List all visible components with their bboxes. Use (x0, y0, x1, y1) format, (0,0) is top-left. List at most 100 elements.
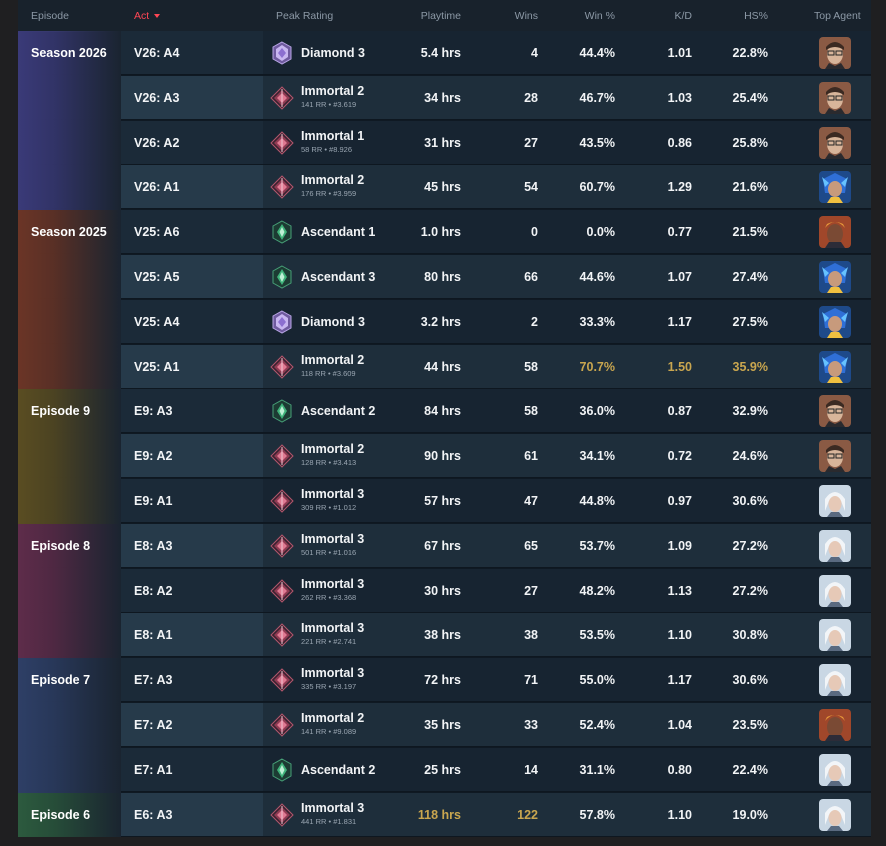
table-header: Episode Act Peak Rating Playtime Wins Wi… (18, 0, 871, 32)
table-row[interactable]: E9: A1 Immortal 3 309 RR • #1.012 57 hrs 47 4… (18, 479, 871, 523)
header-peak-rating[interactable]: Peak Rating (276, 0, 333, 31)
wins-value: 58 (524, 359, 538, 374)
immortal-rank-icon (270, 444, 294, 468)
table-row[interactable]: V25: A1 Immortal 2 118 RR • #3.609 44 hrs 58… (18, 344, 871, 389)
act-label: E7: A3 (134, 673, 173, 688)
act-label: E9: A1 (134, 494, 173, 508)
table-row[interactable]: V26: A4 Diamond 3 5.4 hrs 4 44.4% 1.01 22.8% (18, 31, 871, 75)
header-win-pct[interactable]: Win % (558, 0, 615, 31)
header-wins[interactable]: Wins (488, 0, 538, 31)
act-label: V25: A6 (134, 225, 180, 240)
wins-value: 58 (524, 404, 538, 419)
hs-pct-value: 22.4% (732, 762, 768, 777)
jett-agent-icon[interactable] (819, 574, 851, 607)
neon-agent-icon[interactable] (819, 305, 851, 338)
jett-agent-icon[interactable] (819, 798, 851, 831)
kd-value: 1.04 (667, 718, 692, 732)
episode-label: Season 2026 (31, 46, 107, 60)
table-row[interactable]: E8: A2 Immortal 3 262 RR • #3.368 30 hrs 27 4… (18, 568, 871, 613)
wins-value: 14 (524, 762, 538, 777)
kd-value: 1.17 (667, 314, 692, 329)
peak-rank-name: Ascendant 2 (301, 404, 376, 419)
wins-value: 71 (524, 673, 538, 688)
episode-label: Episode 8 (31, 538, 91, 553)
act-label: V25: A5 (134, 270, 180, 284)
table-row[interactable]: V25: A4 Diamond 3 3.2 hrs 2 33.3% 1.17 27.5% (18, 299, 871, 344)
playtime-value: 25 hrs (424, 762, 461, 777)
table-row[interactable]: E9: A3 Ascendant 2 84 hrs 58 36.0% 0.87 32.9% (18, 389, 871, 434)
chamber-agent-icon[interactable] (819, 126, 851, 159)
row-divider (18, 835, 871, 837)
jett-agent-icon[interactable] (819, 753, 851, 786)
hs-pct-value: 21.5% (732, 225, 768, 240)
peak-rank-name: Ascendant 2 (301, 762, 376, 777)
win-pct-value: 53.7% (579, 538, 615, 553)
jett-agent-icon[interactable] (819, 529, 851, 562)
wins-value: 122 (517, 807, 538, 822)
table-row[interactable]: V25: A6 Ascendant 1 1.0 hrs 0 0.0% 0.77 21.5% (18, 210, 871, 255)
header-kd[interactable]: K/D (648, 0, 692, 31)
win-pct-value: 48.2% (579, 583, 615, 598)
table-row[interactable]: E6: A3 Immortal 3 441 RR • #1.831 118 hrs 12… (18, 792, 871, 837)
episode-label: Episode 9 (31, 404, 91, 419)
chamber-agent-icon[interactable] (819, 440, 851, 473)
chamber-agent-icon[interactable] (819, 395, 851, 428)
wins-value: 33 (524, 718, 538, 732)
neon-agent-icon[interactable] (819, 350, 851, 383)
win-pct-value: 46.7% (579, 90, 615, 105)
peak-rank-name: Immortal 2 (301, 173, 365, 188)
header-top-agent[interactable]: Top Agent (814, 0, 861, 31)
kd-value: 0.72 (667, 449, 692, 464)
peak-rank-name: Immortal 2 (301, 442, 365, 457)
act-label: E8: A2 (134, 583, 173, 598)
wins-value: 66 (524, 270, 538, 284)
episode-group: Episode 8 (18, 523, 121, 659)
immortal-rank-icon (270, 130, 294, 155)
peak-rank-rr: 128 RR • #3.413 (301, 458, 357, 468)
neon-agent-icon[interactable] (819, 261, 851, 293)
jett-agent-icon[interactable] (819, 664, 851, 697)
phoenix-agent-icon[interactable] (819, 709, 851, 741)
ascendant-rank-icon (270, 220, 294, 244)
peak-rank-name: Ascendant 1 (301, 225, 376, 240)
ascendant-rank-icon (270, 265, 294, 289)
chamber-agent-icon[interactable] (819, 37, 851, 69)
table-row[interactable]: E8: A3 Immortal 3 501 RR • #1.016 67 hrs 65 5… (18, 523, 871, 568)
neon-agent-icon[interactable] (819, 171, 851, 204)
table-row[interactable]: E7: A3 Immortal 3 335 RR • #3.197 72 hrs 71 5… (18, 658, 871, 703)
win-pct-value: 44.4% (579, 46, 615, 60)
table-row[interactable]: V26: A1 Immortal 2 176 RR • #3.959 45 hrs 54… (18, 165, 871, 210)
peak-rank-name: Diamond 3 (301, 314, 365, 329)
act-label: E8: A1 (134, 628, 173, 643)
win-pct-value: 44.8% (579, 494, 615, 508)
playtime-value: 30 hrs (424, 583, 461, 598)
hs-pct-value: 21.6% (732, 180, 768, 195)
hs-pct-value: 27.5% (732, 314, 768, 329)
header-playtime[interactable]: Playtime (398, 0, 461, 31)
playtime-value: 45 hrs (424, 180, 461, 195)
phoenix-agent-icon[interactable] (819, 216, 851, 249)
kd-value: 1.10 (667, 628, 692, 643)
table-row[interactable]: E7: A1 Ascendant 2 25 hrs 14 31.1% 0.80 22.4% (18, 747, 871, 792)
wins-value: 27 (524, 583, 538, 598)
peak-rank-name: Immortal 3 (301, 531, 365, 546)
table-row[interactable]: V26: A2 Immortal 1 58 RR • #8.926 31 hrs 27 4… (18, 120, 871, 165)
hs-pct-value: 30.8% (732, 628, 768, 643)
header-act[interactable]: Act (134, 0, 161, 31)
peak-rank-name: Immortal 3 (301, 487, 365, 501)
episode-label: Episode 7 (31, 673, 91, 688)
jett-agent-icon[interactable] (819, 485, 851, 517)
table-row[interactable]: E7: A2 Immortal 2 141 RR • #9.089 35 hrs 33 5… (18, 703, 871, 747)
peak-rank-name: Immortal 2 (301, 352, 365, 367)
header-episode[interactable]: Episode (31, 0, 69, 31)
chamber-agent-icon[interactable] (819, 81, 851, 114)
jett-agent-icon[interactable] (819, 619, 851, 652)
header-hs-pct[interactable]: HS% (718, 0, 768, 31)
hs-pct-value: 22.8% (732, 46, 768, 60)
table-row[interactable]: V25: A5 Ascendant 3 80 hrs 66 44.6% 1.07 27.4% (18, 255, 871, 299)
table-row[interactable]: E9: A2 Immortal 2 128 RR • #3.413 90 hrs 61 3… (18, 434, 871, 479)
diamond-rank-icon (270, 41, 294, 65)
table-row[interactable]: V26: A3 Immortal 2 141 RR • #3.619 34 hrs 28… (18, 75, 871, 120)
playtime-value: 1.0 hrs (420, 225, 461, 240)
table-row[interactable]: E8: A1 Immortal 3 221 RR • #2.741 38 hrs 38 5… (18, 613, 871, 658)
